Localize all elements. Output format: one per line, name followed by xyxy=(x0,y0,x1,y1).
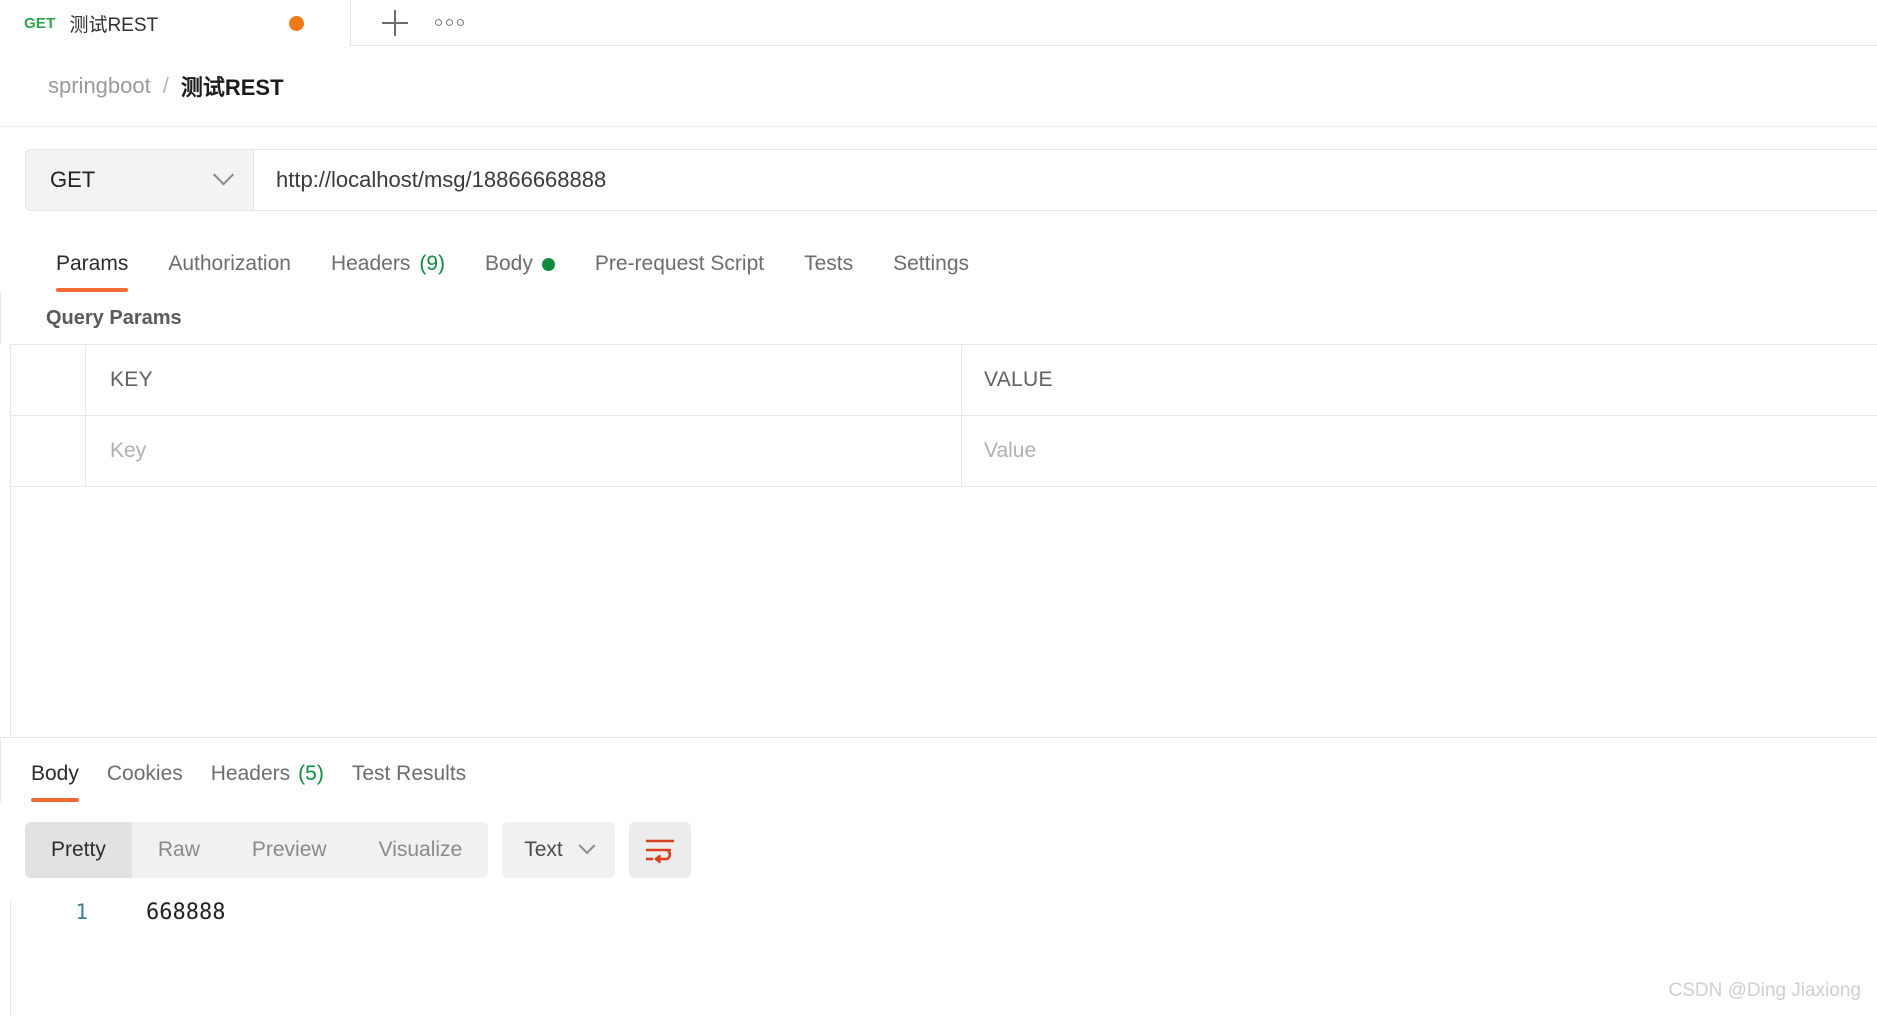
line-number: 1 xyxy=(75,900,88,924)
chevron-down-icon xyxy=(578,837,596,855)
postman-request-window: GET 测试REST springboot / 测试REST GET http:… xyxy=(0,0,1877,1016)
response-body-viewer[interactable]: 1 668888 xyxy=(10,900,1877,1016)
word-wrap-icon xyxy=(645,839,674,864)
tab-headers[interactable]: Headers (9) xyxy=(311,252,465,292)
tab-authorization[interactable]: Authorization xyxy=(148,252,311,292)
table-row[interactable]: Key Value xyxy=(11,416,1877,487)
breadcrumb-separator: / xyxy=(162,73,169,98)
query-params-table: KEY VALUE Key Value xyxy=(10,344,1877,488)
response-tab-headers[interactable]: Headers (5) xyxy=(197,762,338,802)
request-tab-test-rest[interactable]: GET 测试REST xyxy=(0,0,351,46)
tab-pre-request-script-label: Pre-request Script xyxy=(594,252,765,275)
query-params-empty-area xyxy=(10,488,1877,737)
tab-method-label: GET xyxy=(24,14,56,32)
tab-tests-label: Tests xyxy=(804,252,854,275)
tab-bar-actions xyxy=(351,0,471,45)
view-pretty-button[interactable]: Pretty xyxy=(25,822,132,878)
line-content: 668888 xyxy=(146,900,226,925)
breadcrumb-collection[interactable]: springboot xyxy=(48,73,151,99)
header-value-cell: VALUE xyxy=(962,345,1877,415)
http-method-label: GET xyxy=(50,167,96,192)
column-header-key: KEY xyxy=(110,368,153,391)
ooo-icon xyxy=(434,19,464,26)
response-view-switcher: Pretty Raw Preview Visualize xyxy=(25,822,489,878)
chevron-down-icon xyxy=(212,163,235,185)
view-pretty-label: Pretty xyxy=(51,838,106,861)
view-raw-label: Raw xyxy=(157,838,200,861)
response-tab-body[interactable]: Body xyxy=(17,762,93,802)
tab-title-label: 测试REST xyxy=(69,14,159,36)
tab-headers-count: (9) xyxy=(419,252,445,275)
row-key-input[interactable]: Key xyxy=(86,416,962,486)
response-tab-cookies[interactable]: Cookies xyxy=(93,762,197,802)
url-input-value: http://localhost/msg/18866668888 xyxy=(276,167,607,192)
response-format-select[interactable]: Text xyxy=(502,822,615,878)
tab-settings[interactable]: Settings xyxy=(873,252,989,292)
view-preview-label: Preview xyxy=(251,838,327,861)
query-params-heading-label: Query Params xyxy=(46,306,182,329)
response-body-toolbar: Pretty Raw Preview Visualize Text xyxy=(25,822,691,878)
tab-headers-label: Headers xyxy=(330,252,411,275)
tab-bar: GET 测试REST xyxy=(0,0,1877,46)
tab-more-options-button[interactable] xyxy=(427,1,471,45)
response-tab-test-results-label: Test Results xyxy=(351,762,467,785)
view-preview-button[interactable]: Preview xyxy=(226,822,353,878)
tab-pre-request-script[interactable]: Pre-request Script xyxy=(575,252,784,292)
query-params-heading: Query Params xyxy=(0,292,1877,344)
row-checkbox-cell[interactable] xyxy=(11,416,86,486)
breadcrumb: springboot / 测试REST xyxy=(0,46,1877,126)
column-header-value: VALUE xyxy=(984,368,1053,391)
row-value-placeholder: Value xyxy=(984,439,1037,462)
tab-tests[interactable]: Tests xyxy=(784,252,873,292)
view-visualize-button[interactable]: Visualize xyxy=(353,822,489,878)
response-tab-cookies-label: Cookies xyxy=(106,762,183,785)
table-header-row: KEY VALUE xyxy=(11,345,1877,416)
header-checkbox-cell xyxy=(11,345,86,415)
word-wrap-button[interactable] xyxy=(628,822,691,878)
tab-params-label: Params xyxy=(56,252,129,275)
view-visualize-label: Visualize xyxy=(378,838,463,861)
watermark: CSDN @Ding Jiaxiong xyxy=(1668,980,1861,1001)
plus-icon xyxy=(382,9,408,36)
tab-params[interactable]: Params xyxy=(36,252,148,292)
code-line: 1 668888 xyxy=(11,900,1877,940)
tab-body[interactable]: Body xyxy=(465,252,575,292)
breadcrumb-current[interactable]: 测试REST xyxy=(181,70,284,102)
new-tab-button[interactable] xyxy=(373,1,417,45)
request-section-tabs: Params Authorization Headers (9) Body Pr… xyxy=(0,230,1877,292)
http-method-select[interactable]: GET xyxy=(26,150,254,210)
response-tab-headers-count: (5) xyxy=(298,762,324,785)
tab-body-label: Body xyxy=(485,252,533,275)
view-raw-button[interactable]: Raw xyxy=(132,822,226,878)
response-tab-headers-label: Headers xyxy=(210,762,291,785)
response-format-label: Text xyxy=(524,838,563,861)
row-value-input[interactable]: Value xyxy=(962,416,1877,486)
tab-authorization-label: Authorization xyxy=(168,252,291,275)
response-section-tabs: Body Cookies Headers (5) Test Results xyxy=(0,738,1877,802)
unsaved-changes-dot-icon xyxy=(289,15,304,31)
row-key-placeholder: Key xyxy=(110,439,147,462)
tab-settings-label: Settings xyxy=(893,252,970,275)
body-present-dot-icon xyxy=(541,257,555,271)
url-bar-container: GET http://localhost/msg/18866668888 xyxy=(0,126,1877,230)
response-tab-test-results[interactable]: Test Results xyxy=(338,762,480,802)
header-key-cell: KEY xyxy=(86,345,962,415)
url-bar: GET http://localhost/msg/18866668888 xyxy=(25,149,1877,211)
url-input[interactable]: http://localhost/msg/18866668888 xyxy=(254,150,1877,210)
response-tab-body-label: Body xyxy=(31,762,79,785)
